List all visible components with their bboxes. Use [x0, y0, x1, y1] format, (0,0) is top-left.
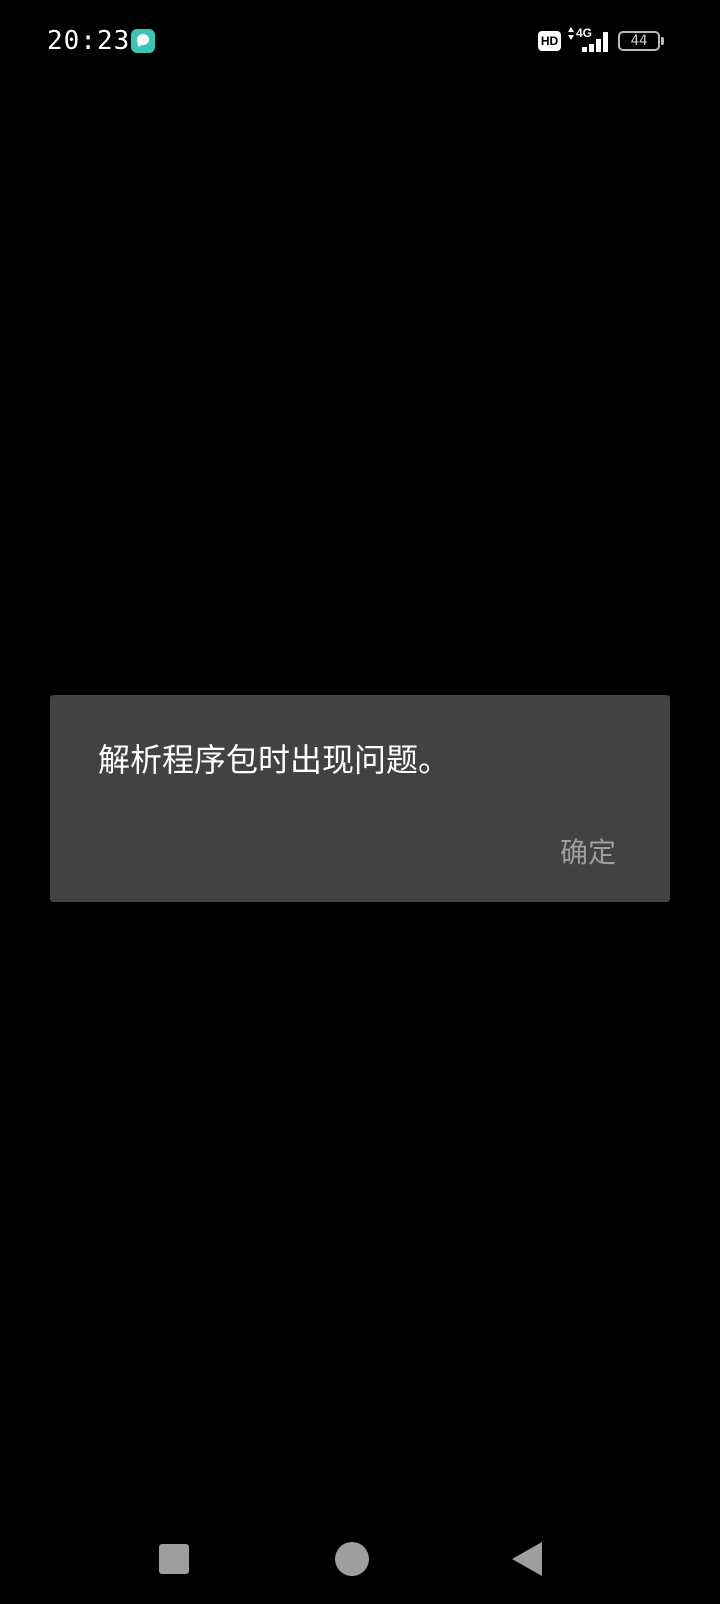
- status-clock: 20:23: [47, 26, 131, 56]
- signal-strength-icon: [577, 30, 609, 52]
- home-icon[interactable]: [335, 1542, 369, 1576]
- battery-level: 44: [630, 33, 648, 49]
- error-dialog: 解析程序包时出现问题。 确定: [50, 695, 670, 902]
- status-bar: 20:23 HD 4G 44: [0, 0, 720, 84]
- ok-button[interactable]: 确定: [560, 831, 616, 871]
- screen: 20:23 HD 4G 44 解析程序包时出现问题。 确定: [0, 0, 720, 1604]
- battery-icon: 44: [618, 31, 660, 51]
- dialog-message: 解析程序包时出现问题。: [98, 741, 451, 779]
- chat-bubble-icon: [131, 29, 155, 53]
- back-icon[interactable]: [512, 1542, 542, 1576]
- battery-tip: [661, 37, 664, 45]
- navigation-bar: [0, 1500, 720, 1604]
- recent-apps-icon[interactable]: [159, 1544, 189, 1574]
- hd-voice-icon: HD: [538, 31, 561, 51]
- data-activity-icon: [568, 27, 574, 43]
